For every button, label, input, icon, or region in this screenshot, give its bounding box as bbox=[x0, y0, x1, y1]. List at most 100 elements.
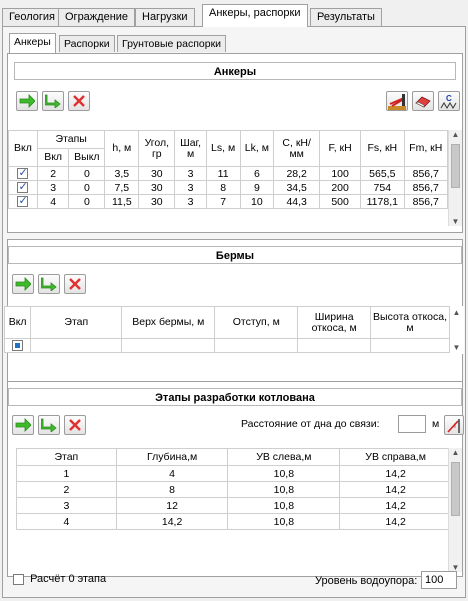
table-row[interactable]: 4 0 11,5 30 3 7 10 44,3 500 1178,1 856,7 bbox=[8, 194, 448, 209]
cell[interactable]: 10,8 bbox=[227, 465, 341, 482]
scroll-up-icon[interactable]: ▲ bbox=[450, 308, 463, 317]
tab-loads[interactable]: Нагрузки bbox=[135, 8, 195, 26]
subtab-anchors[interactable]: Анкеры bbox=[9, 33, 56, 53]
tab-enclosure[interactable]: Ограждение bbox=[58, 8, 136, 26]
calc-zero-checkbox-wrap[interactable]: Расчёт 0 этапа bbox=[13, 573, 106, 585]
cell[interactable]: 9 bbox=[239, 180, 275, 195]
row-enabled-checkbox[interactable] bbox=[17, 166, 29, 180]
cell[interactable] bbox=[121, 338, 216, 353]
cell[interactable]: 754 bbox=[360, 180, 405, 195]
cell[interactable]: 856,7 bbox=[403, 194, 448, 209]
eraser-button[interactable] bbox=[412, 91, 434, 111]
table-row[interactable] bbox=[3, 338, 450, 353]
cell[interactable]: 11,5 bbox=[104, 194, 140, 209]
delete-row-button[interactable] bbox=[68, 91, 90, 111]
cell[interactable]: 10 bbox=[239, 194, 275, 209]
cell[interactable]: 1178,1 bbox=[360, 194, 405, 209]
insert-berm-button[interactable] bbox=[38, 274, 60, 294]
berms-scrollbar[interactable]: ▲ ▼ bbox=[450, 306, 464, 354]
cell[interactable]: 34,5 bbox=[273, 180, 321, 195]
scroll-down-icon[interactable]: ▼ bbox=[449, 217, 462, 226]
scroll-up-icon[interactable]: ▲ bbox=[449, 448, 462, 457]
calc-zero-checkbox[interactable] bbox=[13, 573, 24, 585]
row-enabled-checkbox[interactable] bbox=[17, 194, 29, 208]
cell[interactable] bbox=[370, 338, 450, 353]
cell[interactable]: 100 bbox=[319, 166, 362, 181]
insert-row-button[interactable] bbox=[42, 91, 64, 111]
cell[interactable]: 7 bbox=[205, 194, 241, 209]
delete-berm-button[interactable] bbox=[64, 274, 86, 294]
subtab-soil-struts[interactable]: Грунтовые распорки bbox=[117, 35, 227, 52]
cell[interactable]: 11 bbox=[205, 166, 241, 181]
cell[interactable]: 10,8 bbox=[227, 481, 341, 498]
cell[interactable]: 500 bbox=[319, 194, 362, 209]
cell[interactable]: 6 bbox=[239, 166, 275, 181]
cell[interactable]: 4 bbox=[16, 513, 117, 530]
cell[interactable]: 0 bbox=[68, 166, 106, 181]
cell[interactable]: 14,2 bbox=[339, 465, 452, 482]
insert-stage-button[interactable] bbox=[38, 415, 60, 435]
water-level-input[interactable]: 100 bbox=[421, 571, 457, 589]
cell[interactable]: 3 bbox=[36, 180, 70, 195]
scroll-up-icon[interactable]: ▲ bbox=[449, 130, 462, 139]
cell[interactable]: 0 bbox=[68, 180, 106, 195]
distance-input[interactable] bbox=[398, 415, 426, 433]
cell[interactable]: 3,5 bbox=[104, 166, 140, 181]
row-enabled-checkbox[interactable] bbox=[12, 340, 24, 352]
scroll-thumb[interactable] bbox=[451, 462, 460, 516]
cell[interactable]: 856,7 bbox=[403, 166, 448, 181]
cell[interactable]: 10,8 bbox=[227, 497, 341, 514]
add-stage-button[interactable] bbox=[12, 415, 34, 435]
scroll-thumb[interactable] bbox=[451, 144, 460, 188]
anchors-scrollbar[interactable]: ▲ ▼ bbox=[448, 130, 462, 226]
cell[interactable]: 3 bbox=[174, 180, 207, 195]
cell[interactable]: 1 bbox=[16, 465, 117, 482]
scroll-down-icon[interactable]: ▼ bbox=[450, 343, 463, 352]
cell[interactable]: 4 bbox=[36, 194, 70, 209]
cell[interactable] bbox=[214, 338, 299, 353]
table-row[interactable]: 3 0 7,5 30 3 8 9 34,5 200 754 856,7 bbox=[8, 180, 448, 195]
stages-scrollbar[interactable]: ▲ ▼ bbox=[448, 448, 462, 572]
cell[interactable]: 2 bbox=[16, 481, 117, 498]
cell[interactable]: 565,5 bbox=[360, 166, 405, 181]
delete-stage-button[interactable] bbox=[64, 415, 86, 435]
cell[interactable]: 14,2 bbox=[339, 513, 452, 530]
stiffness-button[interactable]: C bbox=[438, 91, 460, 111]
cell[interactable]: 4 bbox=[115, 465, 229, 482]
cell[interactable]: 14,2 bbox=[115, 513, 229, 530]
tab-anchors-struts[interactable]: Анкеры, распорки bbox=[202, 4, 308, 27]
row-enabled-checkbox[interactable] bbox=[17, 180, 29, 194]
add-berm-button[interactable] bbox=[12, 274, 34, 294]
cell[interactable]: 14,2 bbox=[339, 497, 452, 514]
cell[interactable]: 12 bbox=[115, 497, 229, 514]
cell[interactable]: 44,3 bbox=[273, 194, 321, 209]
cell[interactable]: 3 bbox=[16, 497, 117, 514]
cell[interactable] bbox=[30, 338, 123, 353]
cell[interactable]: 2 bbox=[36, 166, 70, 181]
cell[interactable]: 30 bbox=[138, 194, 176, 209]
table-row[interactable]: 2 8 10,8 14,2 bbox=[16, 481, 452, 498]
cell[interactable]: 30 bbox=[138, 180, 176, 195]
tab-geology[interactable]: Геология bbox=[2, 8, 62, 26]
cell[interactable]: 7,5 bbox=[104, 180, 140, 195]
subtab-struts[interactable]: Распорки bbox=[59, 35, 115, 52]
table-row[interactable]: 4 14,2 10,8 14,2 bbox=[16, 513, 452, 530]
distance-tool-button[interactable]: I bbox=[444, 415, 464, 435]
anchor-scheme-button[interactable] bbox=[386, 91, 408, 111]
table-row[interactable]: 1 4 10,8 14,2 bbox=[16, 465, 452, 482]
tab-results[interactable]: Результаты bbox=[310, 8, 382, 26]
cell[interactable] bbox=[297, 338, 372, 353]
cell[interactable]: 0 bbox=[68, 194, 106, 209]
cell[interactable]: 200 bbox=[319, 180, 362, 195]
cell[interactable]: 14,2 bbox=[339, 481, 452, 498]
cell[interactable]: 10,8 bbox=[227, 513, 341, 530]
cell[interactable]: 8 bbox=[115, 481, 229, 498]
cell[interactable]: 28,2 bbox=[273, 166, 321, 181]
cell[interactable]: 3 bbox=[174, 194, 207, 209]
cell[interactable]: 8 bbox=[205, 180, 241, 195]
add-row-button[interactable] bbox=[16, 91, 38, 111]
cell[interactable]: 3 bbox=[174, 166, 207, 181]
cell[interactable]: 30 bbox=[138, 166, 176, 181]
cell[interactable]: 856,7 bbox=[403, 180, 448, 195]
table-row[interactable]: 3 12 10,8 14,2 bbox=[16, 497, 452, 514]
